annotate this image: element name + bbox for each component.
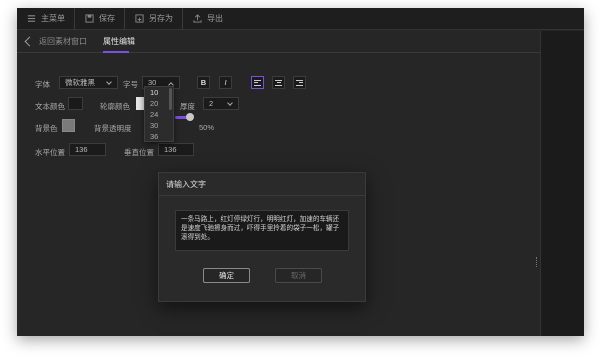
preview-panel: [540, 31, 584, 336]
y-position-input[interactable]: 136: [158, 143, 194, 156]
align-left-button[interactable]: [251, 76, 264, 89]
align-left-icon: [254, 79, 261, 86]
y-position-value: 136: [164, 145, 177, 154]
back-label: 返回素材窗口: [39, 37, 87, 46]
font-label: 字体: [35, 80, 50, 89]
dialog-text-area[interactable]: 一条马路上，红灯停绿灯行，明明红灯，加速的车辆还是速度飞驰擦身而过，吓得手里拎着…: [175, 210, 349, 251]
save-label: 保存: [99, 14, 115, 23]
cancel-button[interactable]: 取消: [275, 268, 322, 283]
size-option[interactable]: 30: [145, 120, 173, 131]
subnav-bar: 返回素材窗口 属性编辑: [17, 31, 540, 53]
align-right-button[interactable]: [293, 76, 306, 89]
align-center-icon: [275, 79, 282, 86]
top-toolbar: 主菜单 保存 另存为 导出: [17, 8, 584, 30]
chevron-left-icon: [24, 36, 35, 47]
chevron-down-icon: [106, 79, 112, 85]
save-as-label: 另存为: [149, 14, 173, 23]
save-as-button[interactable]: 另存为: [125, 8, 183, 30]
outline-color-label: 轮廓颜色: [100, 102, 130, 111]
align-center-button[interactable]: [272, 76, 285, 89]
tab-property-edit[interactable]: 属性编辑: [103, 31, 135, 53]
bold-button[interactable]: B: [197, 76, 210, 89]
outline-width-label: 厚度: [180, 102, 195, 111]
panel-resize-grip[interactable]: [536, 257, 538, 267]
dialog-divider: [159, 195, 365, 196]
export-button[interactable]: 导出: [183, 8, 232, 30]
size-dropdown-list: 10 20 24 30 36: [144, 86, 174, 142]
italic-label: I: [224, 78, 227, 87]
active-tab-indicator: [103, 51, 129, 53]
bg-opacity-label: 背景透明度: [94, 124, 132, 133]
export-label: 导出: [207, 14, 223, 23]
x-position-value: 136: [75, 145, 88, 154]
back-button[interactable]: 返回素材窗口: [17, 36, 87, 47]
export-icon: [193, 14, 202, 23]
bg-color-label: 背景色: [35, 124, 58, 133]
bold-label: B: [200, 78, 207, 87]
size-option[interactable]: 24: [145, 109, 173, 120]
font-value: 微软雅黑: [65, 78, 95, 87]
dropdown-scrollbar[interactable]: [169, 88, 172, 110]
x-position-label: 水平位置: [35, 148, 65, 157]
dialog-title: 请输入文字: [166, 180, 206, 189]
outline-width-value: 2: [209, 99, 214, 108]
confirm-button[interactable]: 确定: [203, 268, 250, 283]
align-right-icon: [296, 79, 303, 86]
x-position-input[interactable]: 136: [69, 143, 106, 156]
bg-color-swatch[interactable]: [62, 119, 75, 132]
text-input-dialog: 请输入文字 一条马路上，红灯停绿灯行，明明红灯，加速的车辆还是速度飞驰擦身而过，…: [158, 172, 366, 302]
italic-button[interactable]: I: [219, 76, 232, 89]
bg-opacity-slider-handle[interactable]: [186, 113, 194, 121]
save-icon: [85, 14, 94, 23]
save-button[interactable]: 保存: [75, 8, 125, 30]
main-menu-button[interactable]: 主菜单: [17, 8, 75, 30]
size-option[interactable]: 36: [145, 131, 173, 142]
size-label: 字号: [123, 80, 138, 89]
outline-color-swatch[interactable]: [136, 97, 144, 110]
bg-opacity-value: 50%: [199, 123, 215, 132]
text-color-label: 文本颜色: [35, 102, 65, 111]
text-color-swatch[interactable]: [68, 97, 83, 110]
menu-icon: [27, 15, 36, 22]
save-as-icon: [135, 14, 144, 23]
font-select[interactable]: 微软雅黑: [59, 76, 118, 89]
chevron-down-icon: [227, 100, 233, 106]
outline-width-select[interactable]: 2: [203, 97, 239, 110]
y-position-label: 垂直位置: [124, 148, 154, 157]
main-menu-label: 主菜单: [41, 14, 65, 23]
